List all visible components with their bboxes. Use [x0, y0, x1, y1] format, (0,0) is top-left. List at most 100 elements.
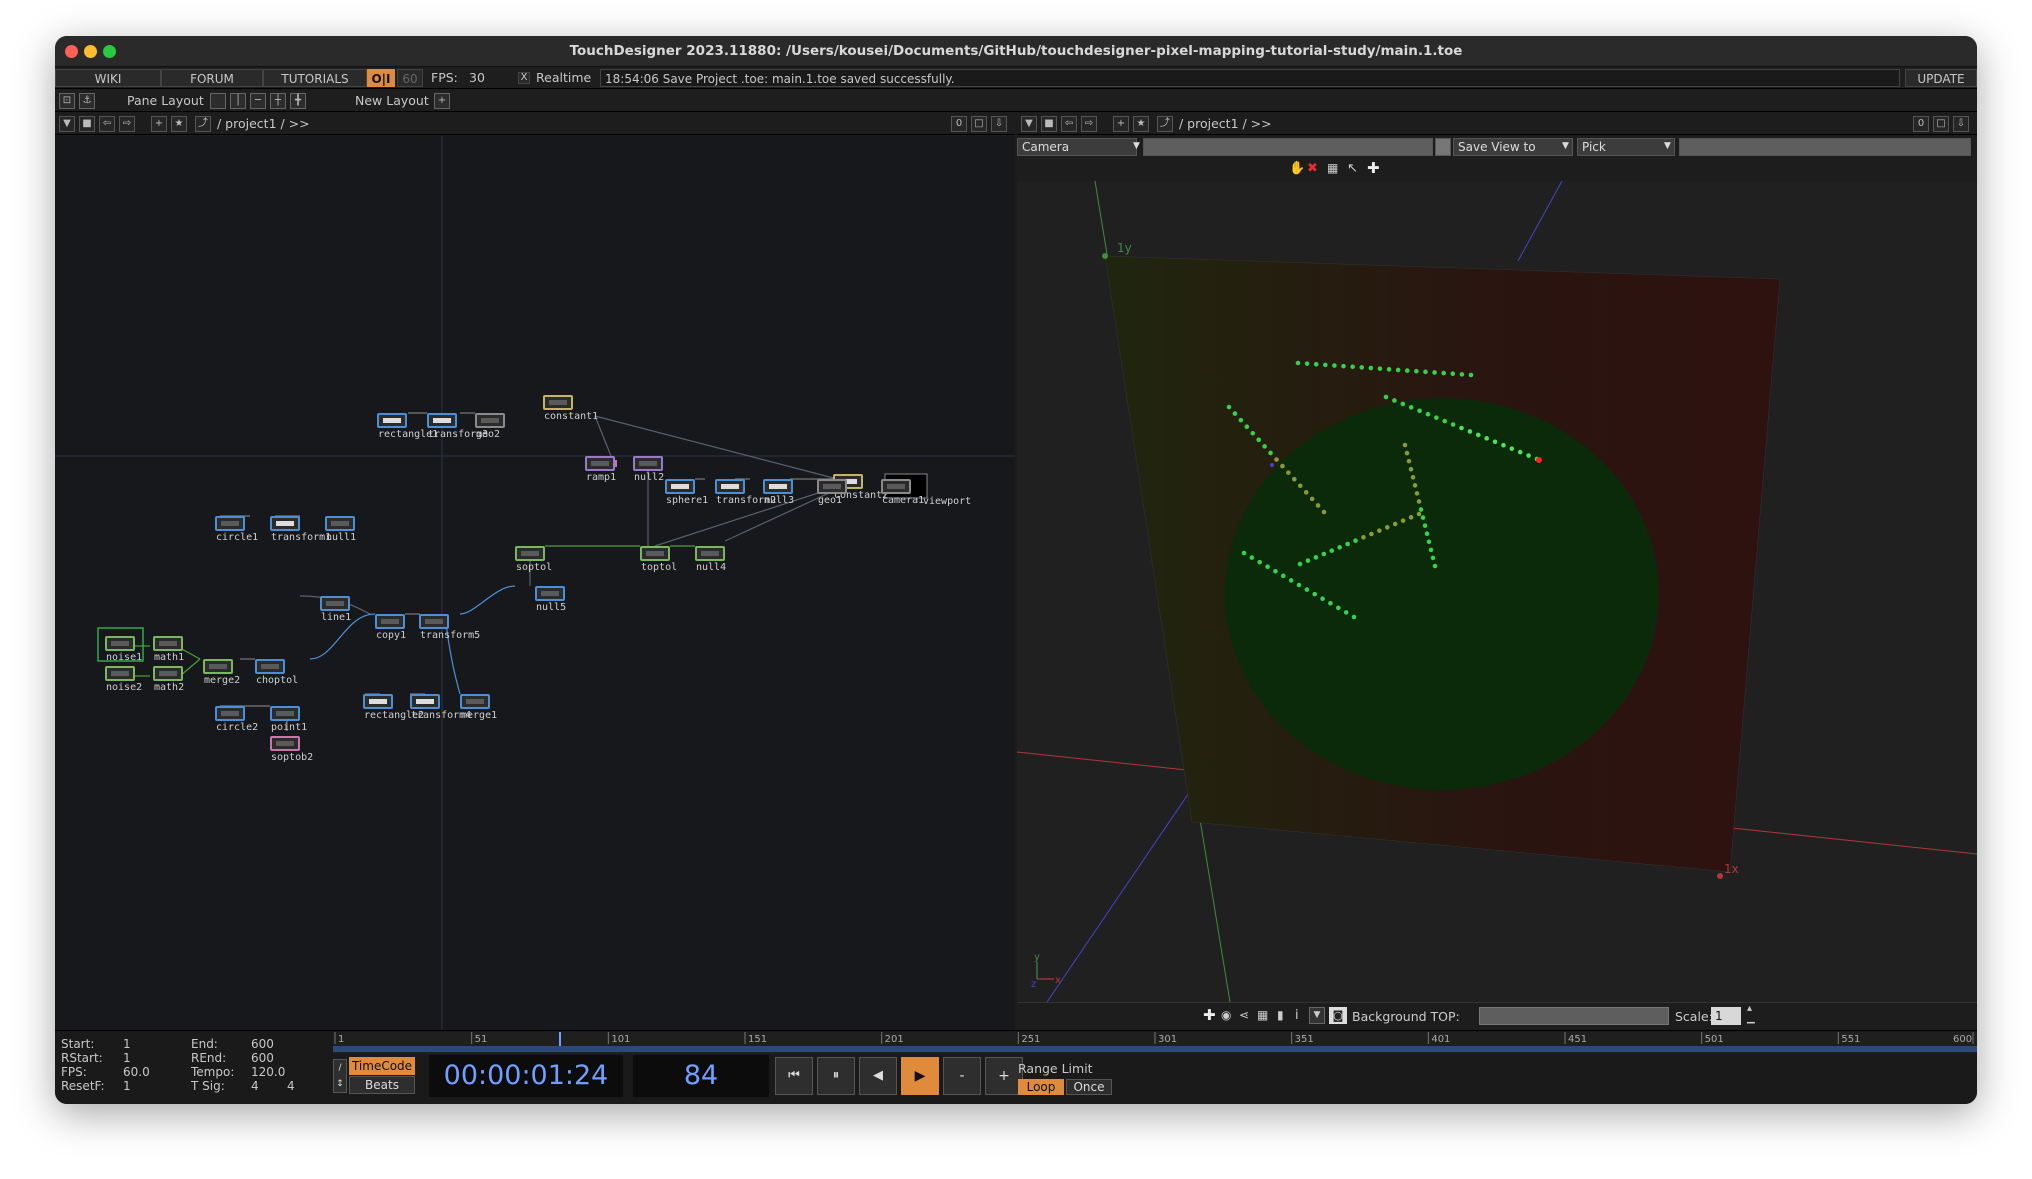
- layout-single-icon[interactable]: [210, 93, 226, 109]
- move-icon[interactable]: ✚: [1367, 159, 1380, 177]
- pane-down-icon[interactable]: ⇩: [991, 116, 1007, 132]
- node-noise2[interactable]: [105, 666, 135, 681]
- back-icon[interactable]: ⇦: [99, 116, 115, 132]
- info-icon[interactable]: i: [1295, 1008, 1299, 1023]
- viewer-home-icon[interactable]: +: [1113, 116, 1129, 132]
- stop-icon[interactable]: ■: [79, 116, 95, 132]
- node-ramp1[interactable]: [585, 456, 615, 471]
- play-backward-button[interactable]: ◀: [859, 1057, 897, 1095]
- pick-dropdown[interactable]: Pick: [1577, 138, 1675, 156]
- maximize-pane-icon[interactable]: □: [971, 116, 987, 132]
- grid-icon[interactable]: ▦: [1327, 161, 1338, 175]
- scale-field[interactable]: 1: [1711, 1007, 1741, 1025]
- node-merge2[interactable]: [203, 659, 233, 674]
- viewer-pane-menu-icon[interactable]: ▼: [1021, 116, 1037, 132]
- node-choptol[interactable]: [255, 659, 285, 674]
- node-geo2[interactable]: [475, 413, 505, 428]
- camera-orbit-icon[interactable]: ◉: [1221, 1008, 1231, 1022]
- viewer-pane-down-icon[interactable]: ⇩: [1953, 116, 1969, 132]
- start-value[interactable]: 1: [123, 1037, 131, 1051]
- node-copy1[interactable]: [375, 614, 405, 629]
- pause-button[interactable]: ⏸: [817, 1057, 855, 1095]
- select-icon[interactable]: ↖: [1347, 161, 1358, 176]
- layout-hsplit-icon[interactable]: ─: [250, 93, 266, 109]
- update-button[interactable]: UPDATE: [1905, 69, 1977, 87]
- background-top-field[interactable]: [1479, 1007, 1669, 1025]
- node-sphere1[interactable]: [665, 479, 695, 494]
- viewer-stop-icon[interactable]: ■: [1041, 116, 1057, 132]
- node-transform4[interactable]: [410, 694, 440, 709]
- edit-icon[interactable]: [1435, 138, 1451, 156]
- parent-icon[interactable]: ⤴: [195, 116, 211, 132]
- trash-icon[interactable]: ▮: [1277, 1008, 1284, 1022]
- timecode-mode-toggle[interactable]: / ↕: [333, 1059, 347, 1093]
- loop-button[interactable]: Loop: [1018, 1079, 1064, 1095]
- network-editor[interactable]: constant1 rectangle1 transform3 geo2 ramp1 nu…: [55, 136, 1015, 1030]
- tsig-b-value[interactable]: 4: [287, 1079, 295, 1093]
- scale-stepper-icon[interactable]: ▴ ▁: [1747, 1004, 1755, 1024]
- wiki-button[interactable]: WIKI: [55, 69, 161, 87]
- timeline-fps-value[interactable]: 60.0: [123, 1065, 150, 1079]
- tsig-a-value[interactable]: 4: [251, 1079, 259, 1093]
- viewer-back-icon[interactable]: ⇦: [1061, 116, 1077, 132]
- node-null4[interactable]: [695, 546, 725, 561]
- node-circle2[interactable]: [215, 706, 245, 721]
- timeline-ruler[interactable]: 1 51 101 151 201 251 301 351 401 451 501 551 600: [333, 1032, 1977, 1054]
- node-toptol[interactable]: [640, 546, 670, 561]
- end-value[interactable]: 600: [251, 1037, 274, 1051]
- pick-field[interactable]: [1679, 138, 1971, 156]
- add-icon[interactable]: ✚: [1203, 1006, 1216, 1024]
- node-transform2[interactable]: [715, 479, 745, 494]
- tutorials-button[interactable]: TUTORIALS: [263, 69, 367, 87]
- node-rectangle1[interactable]: [377, 413, 407, 428]
- node-circle1[interactable]: [215, 516, 245, 531]
- node-math1[interactable]: [153, 636, 183, 651]
- viewer-bookmark-icon[interactable]: ★: [1133, 116, 1149, 132]
- node-null1[interactable]: [325, 516, 355, 531]
- network-path[interactable]: / project1 / >>: [217, 113, 310, 135]
- realtime-checkbox[interactable]: X: [518, 72, 530, 84]
- node-camera1[interactable]: [881, 479, 911, 494]
- node-null2[interactable]: [633, 456, 663, 471]
- rewind-button[interactable]: ⏮: [775, 1057, 813, 1095]
- node-noise1[interactable]: [105, 636, 135, 651]
- home-icon[interactable]: +: [151, 116, 167, 132]
- playhead[interactable]: [559, 1032, 561, 1046]
- pane-menu-icon[interactable]: ▼: [59, 116, 75, 132]
- camera-dropdown[interactable]: Camera: [1017, 138, 1137, 156]
- node-constant1[interactable]: [543, 395, 573, 410]
- node-soptol[interactable]: [515, 546, 545, 561]
- share-icon[interactable]: ⋖: [1239, 1008, 1249, 1022]
- fps-value[interactable]: 30: [469, 69, 485, 87]
- play-forward-button[interactable]: ▶: [901, 1057, 939, 1095]
- node-soptob2[interactable]: [270, 736, 300, 751]
- timecode-button[interactable]: TimeCode: [349, 1057, 415, 1075]
- node-null3[interactable]: [763, 479, 793, 494]
- node-math2[interactable]: [153, 666, 183, 681]
- pin-icon[interactable]: ✖: [1307, 161, 1318, 176]
- tempo-value[interactable]: 120.0: [251, 1065, 285, 1079]
- node-line1[interactable]: [320, 596, 350, 611]
- grid-toggle-icon[interactable]: ▦: [1257, 1008, 1268, 1022]
- resetf-value[interactable]: 1: [123, 1079, 131, 1093]
- node-null5[interactable]: [535, 586, 565, 601]
- beats-button[interactable]: Beats: [349, 1076, 415, 1094]
- once-button[interactable]: Once: [1066, 1079, 1112, 1095]
- anchor-icon[interactable]: ⚓: [79, 93, 95, 109]
- perform-mode-toggle[interactable]: O|I: [367, 69, 395, 87]
- bookmark-icon[interactable]: ★: [171, 116, 187, 132]
- layout-three-icon[interactable]: ┼: [270, 93, 286, 109]
- camera-field[interactable]: [1143, 138, 1433, 156]
- timecode-display[interactable]: 00:00:01:24: [429, 1055, 623, 1097]
- node-merge1[interactable]: [460, 694, 490, 709]
- layout-quad-icon[interactable]: ╋: [290, 93, 306, 109]
- save-view-dropdown[interactable]: Save View to: [1453, 138, 1573, 156]
- snapshot-camera-icon[interactable]: ◙: [1329, 1007, 1347, 1024]
- fps-60-toggle[interactable]: 60: [397, 69, 423, 87]
- viewer-forward-icon[interactable]: ⇨: [1081, 116, 1097, 132]
- viewer-parent-icon[interactable]: ⤴: [1157, 116, 1173, 132]
- viewer-path[interactable]: / project1 / >>: [1179, 113, 1272, 135]
- rstart-value[interactable]: 1: [123, 1051, 131, 1065]
- hand-icon[interactable]: ✋: [1289, 161, 1305, 176]
- node-transform1[interactable]: [270, 516, 300, 531]
